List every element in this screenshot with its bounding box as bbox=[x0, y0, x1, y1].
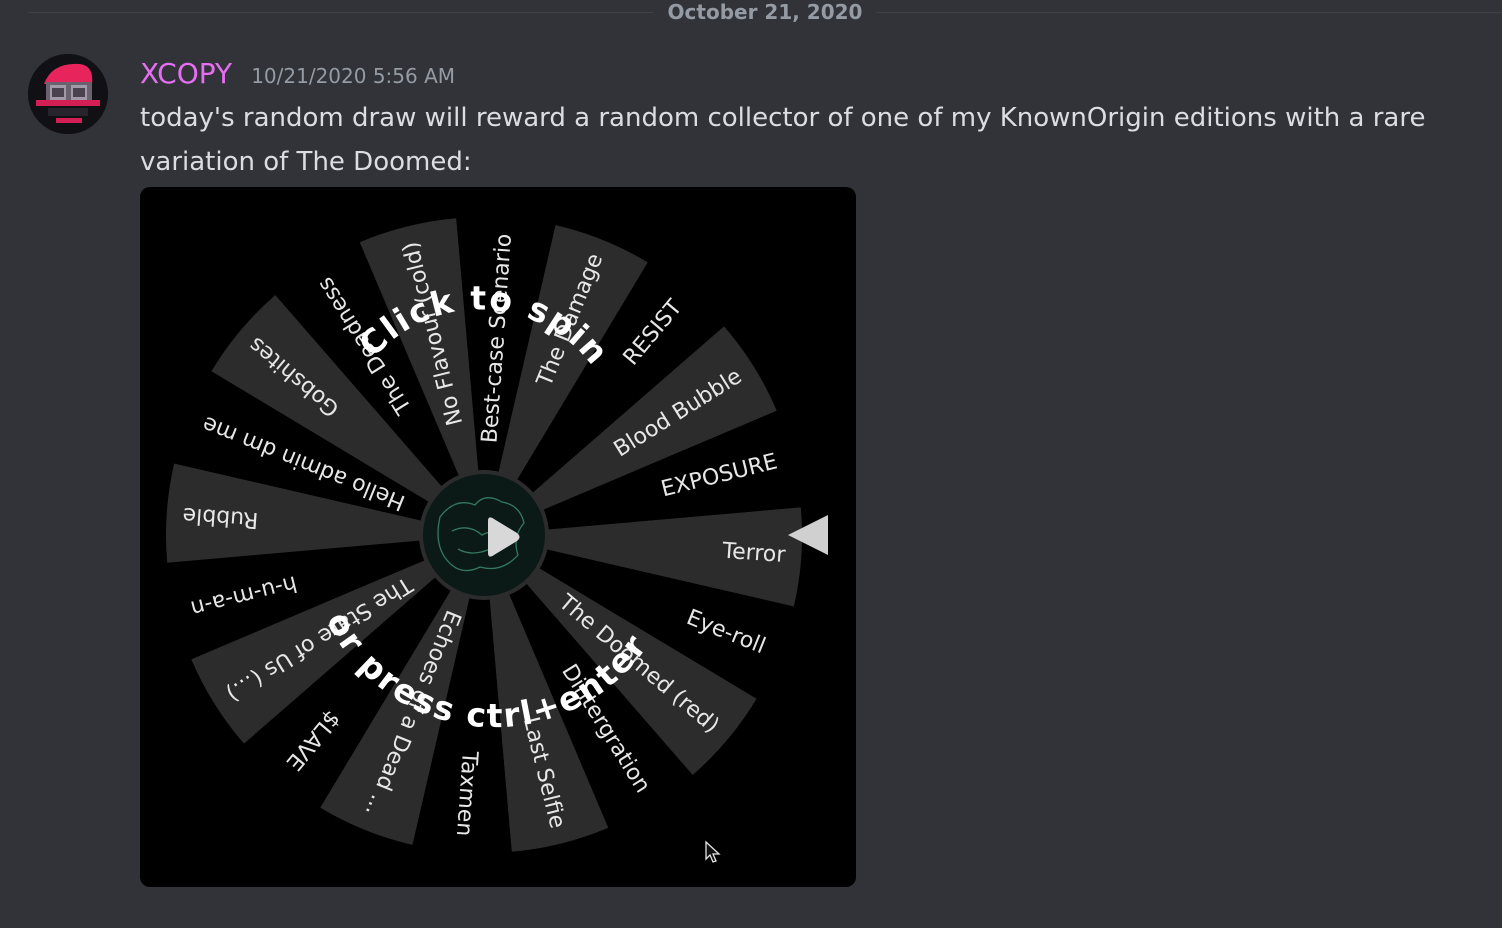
date-divider: October 21, 2020 bbox=[28, 0, 1502, 26]
message-text: today's random draw will reward a random… bbox=[140, 103, 1426, 177]
wheel-segment-label: Terror bbox=[721, 539, 788, 568]
avatar[interactable] bbox=[28, 54, 108, 134]
avatar-image bbox=[28, 54, 108, 134]
message-header: XCOPY 10/21/2020 5:56 AM bbox=[140, 54, 455, 94]
message-timestamp: 10/21/2020 5:56 AM bbox=[251, 64, 456, 88]
wheel-hub bbox=[419, 470, 549, 600]
chat-view: October 21, 2020 XCOPY 10/21/2020 5:56 A… bbox=[0, 0, 1502, 928]
mouse-cursor-icon bbox=[705, 840, 721, 863]
wheel-segment-label: Rubble bbox=[182, 502, 259, 532]
wheel-embed[interactable]: Terror Eye-roll The Doomed (red) Dintergrat… bbox=[140, 187, 856, 887]
spin-wheel[interactable]: TerrorEye-rollThe Doomed (red)Dintergrat… bbox=[140, 187, 856, 887]
date-divider-label: October 21, 2020 bbox=[653, 0, 877, 24]
author-name[interactable]: XCOPY bbox=[140, 57, 232, 90]
